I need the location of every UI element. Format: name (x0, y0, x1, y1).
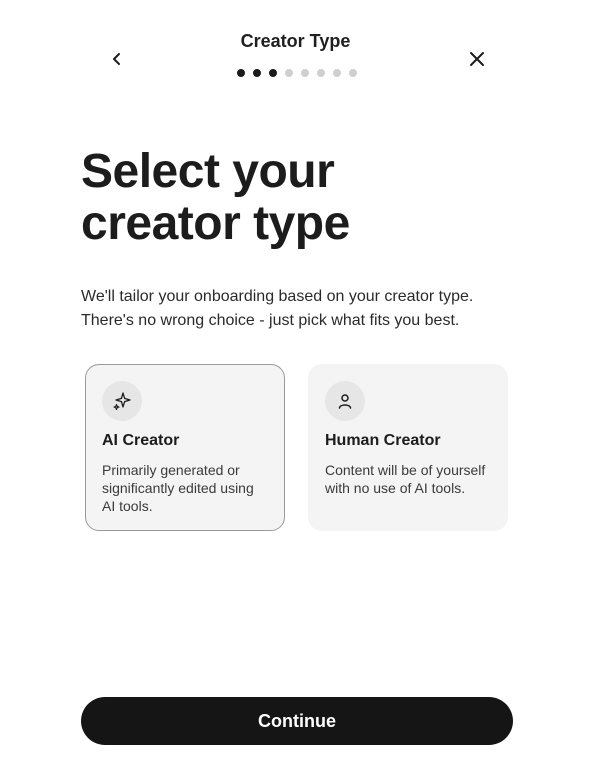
human-creator-description: Content will be of yourself with no use … (325, 462, 486, 496)
page-title: Select your creator type (81, 146, 501, 250)
page-title-line-1: Select your (81, 145, 335, 198)
close-icon (470, 52, 484, 66)
person-icon (325, 381, 365, 421)
progress-dot (317, 69, 325, 77)
human-creator-title: Human Creator (325, 432, 441, 449)
progress-dot (237, 69, 245, 77)
progress-dot (253, 69, 261, 77)
ai-creator-title: AI Creator (102, 432, 180, 449)
page-title-line-2: creator type (81, 197, 350, 250)
progress-dot (285, 69, 293, 77)
chevron-left-icon (113, 53, 120, 65)
progress-dot (301, 69, 309, 77)
page-subtitle: We'll tailor your onboarding based on yo… (81, 285, 541, 333)
subtitle-line-1: We'll tailor your onboarding based on yo… (81, 288, 474, 305)
close-button[interactable] (464, 46, 490, 72)
continue-button[interactable]: Continue (81, 697, 513, 745)
progress-dots (237, 69, 357, 77)
sparkles-icon (102, 381, 142, 421)
header-title: Creator Type (240, 31, 351, 51)
progress-dot (269, 69, 277, 77)
human-creator-option[interactable]: Human Creator Content will be of yoursel… (308, 364, 508, 531)
progress-dot (349, 69, 357, 77)
ai-creator-option[interactable]: AI Creator Primarily generated or signif… (85, 364, 285, 531)
ai-creator-description: Primarily generated or significantly edi… (102, 462, 254, 514)
subtitle-line-2: There's no wrong choice - just pick what… (81, 312, 460, 329)
progress-dot (333, 69, 341, 77)
